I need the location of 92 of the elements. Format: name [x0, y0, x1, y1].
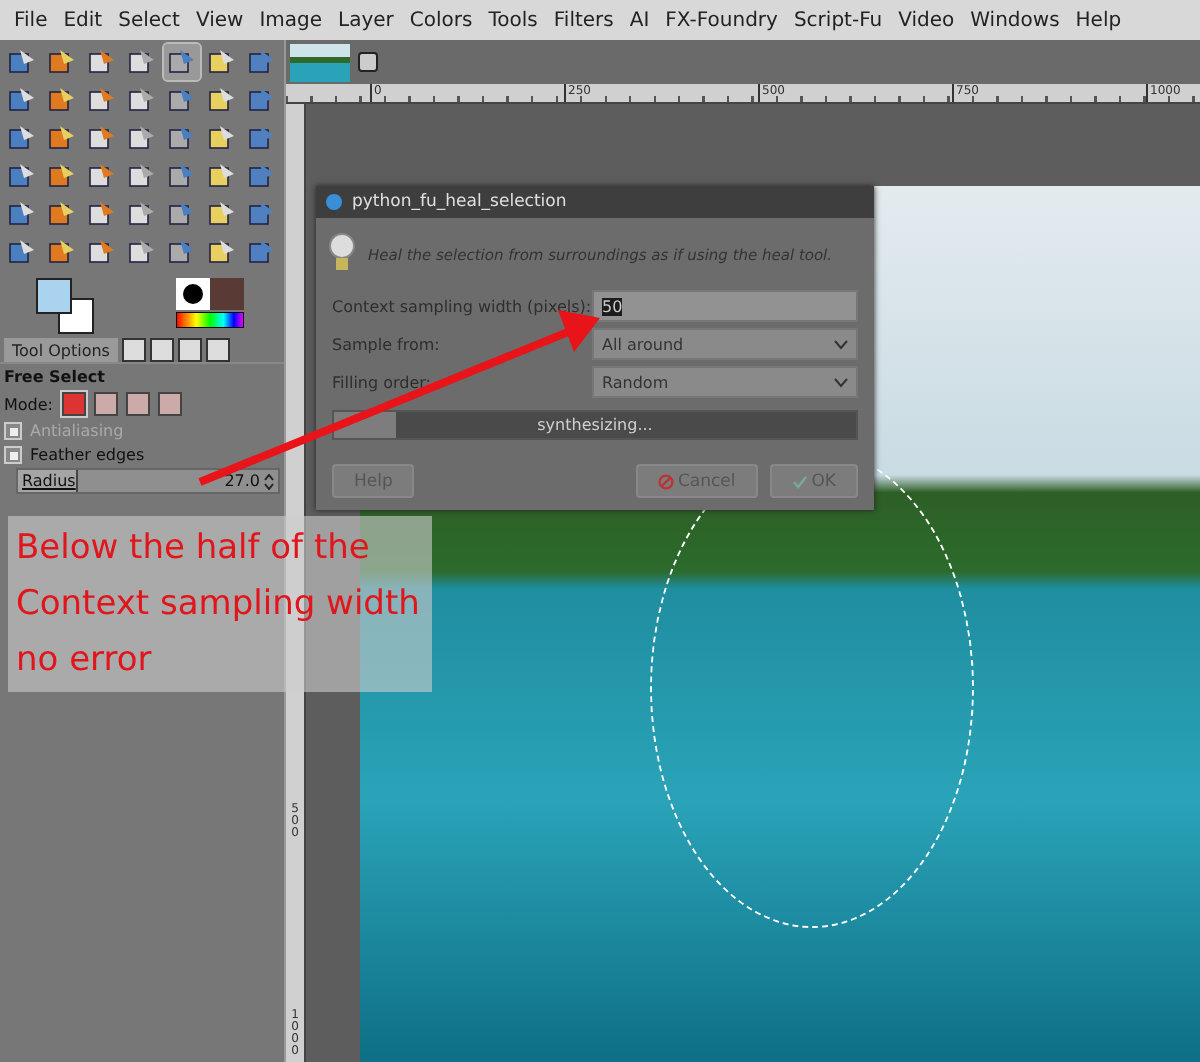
menu-item[interactable]: Windows	[962, 9, 1068, 31]
tool-icon	[88, 200, 116, 228]
dock-tab-icon[interactable]	[149, 338, 174, 362]
field-label: Context sampling width (pixels):	[332, 297, 592, 315]
tool-icon	[88, 48, 116, 76]
tool-icon	[208, 124, 236, 152]
tool-icon	[168, 124, 196, 152]
close-icon[interactable]	[358, 52, 378, 72]
brush-pattern-preview[interactable]	[176, 278, 244, 310]
tool-icon	[128, 48, 156, 76]
tool-icon	[248, 200, 276, 228]
tool-icon	[8, 162, 36, 190]
menu-item[interactable]: Edit	[55, 9, 111, 31]
tool-icon	[8, 238, 36, 266]
field-label: Filling order:	[332, 373, 433, 391]
tool-icon	[88, 86, 116, 114]
tool-icon	[248, 86, 276, 114]
menu-item[interactable]: Tools	[480, 9, 546, 31]
dock-tab-icon[interactable]	[177, 338, 202, 362]
tool-icon	[48, 48, 76, 76]
tool-icon	[48, 124, 76, 152]
tool-title: Free Select	[4, 368, 107, 386]
tool-icon	[128, 200, 156, 228]
tool-button[interactable]	[164, 44, 200, 80]
menu-item[interactable]: View	[187, 9, 252, 31]
menu-item[interactable]: FX-Foundry	[657, 9, 786, 31]
tool-icon	[128, 238, 156, 266]
tool-icon	[208, 48, 236, 76]
tool-icon	[8, 200, 36, 228]
chevron-icon	[834, 339, 848, 349]
tool-icon	[88, 162, 116, 190]
tool-icon	[48, 162, 76, 190]
tool-icon	[168, 162, 196, 190]
mode-button[interactable]	[61, 392, 85, 416]
menu-item[interactable]: Filters	[545, 9, 622, 31]
tool-icon	[168, 238, 196, 266]
tool-icon	[208, 162, 236, 190]
radius-slider[interactable]: Radius 27.0	[16, 468, 280, 494]
menu-item[interactable]: Colors	[401, 9, 481, 31]
tool-icon	[208, 200, 236, 228]
dropdown[interactable]: All around	[592, 328, 858, 360]
tool-icon	[8, 48, 36, 76]
tool-icon	[248, 124, 276, 152]
dialog-title: python_fu_heal_selection	[352, 192, 567, 212]
tool-icon	[8, 124, 36, 152]
menu-item[interactable]: AI	[621, 9, 658, 31]
tool-icon	[168, 86, 196, 114]
tool-icon	[248, 162, 276, 190]
progress-bar: synthesizing...	[332, 410, 858, 440]
tool-icon	[48, 238, 76, 266]
tool-icon	[88, 124, 116, 152]
mode-button[interactable]	[157, 392, 181, 416]
menu-item[interactable]: Select	[110, 9, 188, 31]
lightbulb-icon	[328, 232, 356, 276]
tool-icon	[208, 238, 236, 266]
image-thumbnail[interactable]	[290, 43, 350, 81]
tool-icon	[88, 238, 116, 266]
tool-icon	[48, 200, 76, 228]
tool-icon	[168, 200, 196, 228]
tool-icon	[48, 86, 76, 114]
spinner-arrows-icon[interactable]	[264, 473, 274, 489]
mode-button[interactable]	[125, 392, 149, 416]
menu-item[interactable]: Layer	[330, 9, 402, 31]
menu-item[interactable]: Script-Fu	[785, 9, 891, 31]
tool-icon	[128, 162, 156, 190]
menu-item[interactable]: Image	[251, 9, 331, 31]
menu-item[interactable]: Video	[890, 9, 963, 31]
chevron-icon	[834, 377, 848, 387]
dock-tab-icon[interactable]	[205, 338, 230, 362]
menu-item[interactable]: File	[6, 9, 56, 31]
option-label: Feather edges	[30, 446, 145, 464]
tool-options-tab[interactable]: Tool Options	[4, 338, 118, 362]
tool-icon	[128, 86, 156, 114]
input-field[interactable]: 50	[592, 290, 858, 322]
mode-button[interactable]	[93, 392, 117, 416]
cancel-icon	[657, 473, 674, 489]
field-label: Sample from:	[332, 335, 442, 353]
dock-tab-icon[interactable]	[121, 338, 146, 362]
tool-icon	[128, 124, 156, 152]
checkbox[interactable]	[4, 446, 22, 464]
app-icon	[326, 194, 342, 210]
check-icon	[791, 473, 808, 489]
tool-icon	[168, 48, 196, 76]
tool-icon	[248, 238, 276, 266]
annotation-text: Below the half of the Context sampling width no error	[16, 526, 422, 684]
gradient-preview[interactable]	[176, 312, 244, 328]
menu-item[interactable]: Help	[1067, 9, 1130, 31]
tool-icon	[248, 48, 276, 76]
tool-icon	[208, 86, 236, 114]
tool-icon	[8, 86, 36, 114]
dropdown[interactable]: Random	[592, 366, 858, 398]
mode-label: Mode:	[4, 395, 53, 413]
